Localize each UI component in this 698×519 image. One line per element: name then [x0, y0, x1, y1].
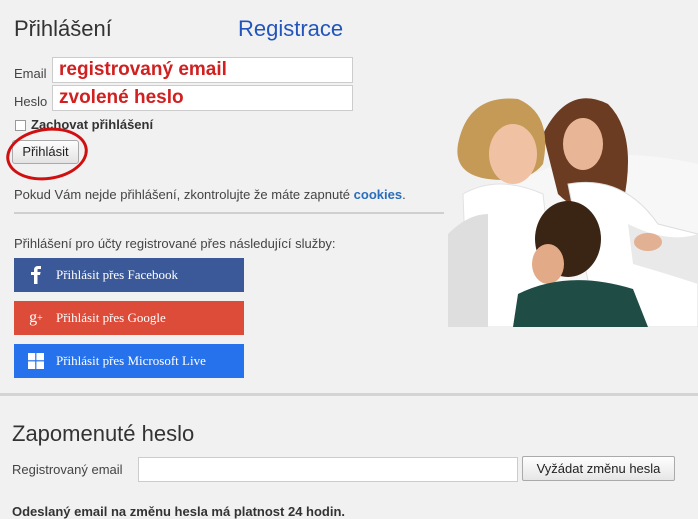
google-plus-icon: g + — [29, 309, 43, 326]
services-intro: Přihlášení pro účty registrované přes ná… — [14, 236, 336, 251]
family-photo — [448, 74, 698, 328]
password-field[interactable]: zvolené heslo — [52, 85, 353, 111]
divider — [14, 212, 444, 214]
cookies-note: Pokud Vám nejde přihlášení, zkontrolujte… — [14, 187, 406, 202]
cookies-note-end: . — [402, 187, 406, 202]
section-separator — [0, 393, 698, 396]
password-annotation: zvolené heslo — [59, 87, 184, 108]
facebook-icon — [26, 265, 46, 285]
forgot-email-field[interactable] — [138, 457, 518, 482]
windows-icon — [26, 351, 46, 371]
password-label: Heslo — [14, 94, 48, 109]
forgot-email-label: Registrovaný email — [12, 462, 123, 477]
microsoft-login-label: Přihlásit přes Microsoft Live — [56, 353, 206, 368]
forgot-title: Zapomenuté heslo — [12, 421, 195, 446]
facebook-login-label: Přihlásit přes Facebook — [56, 267, 179, 282]
register-link[interactable]: Registrace — [238, 16, 343, 42]
microsoft-login-button[interactable]: Přihlásit přes Microsoft Live — [14, 344, 244, 378]
cookies-link[interactable]: cookies — [354, 187, 402, 202]
request-reset-button[interactable]: Vyžádat změnu hesla — [522, 456, 675, 481]
google-login-button[interactable]: g + Přihlásit přes Google — [14, 301, 244, 335]
cookies-note-text: Pokud Vám nejde přihlášení, zkontrolujte… — [14, 187, 354, 202]
email-field[interactable]: registrovaný email — [52, 57, 353, 83]
login-title: Přihlášení — [14, 16, 112, 41]
facebook-login-button[interactable]: Přihlásit přes Facebook — [14, 258, 244, 292]
remember-checkbox[interactable] — [15, 120, 26, 131]
email-label: Email — [14, 66, 47, 81]
google-login-label: Přihlásit přes Google — [56, 310, 166, 325]
email-annotation: registrovaný email — [59, 59, 227, 80]
